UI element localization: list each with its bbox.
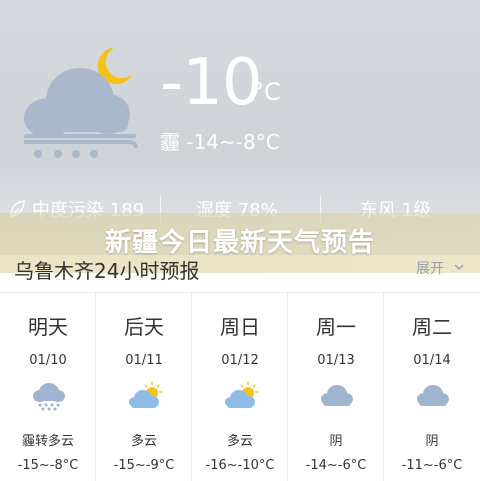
temperature-unit: °C <box>252 78 281 106</box>
day-name: 明天 <box>28 315 68 339</box>
chevron-down-icon[interactable] <box>454 262 464 272</box>
day-temperature-range: -15~-8°C <box>17 458 79 473</box>
day-name: 周二 <box>412 315 452 339</box>
day-condition: 阴 <box>329 434 343 449</box>
forecast-day[interactable]: 周二 01/14 阴 -11~-6°C <box>384 293 480 481</box>
day-temperature-range: -11~-6°C <box>401 458 463 473</box>
day-date: 01/11 <box>125 353 163 368</box>
day-date: 01/10 <box>29 353 67 368</box>
day-temperature-range: -14~-6°C <box>305 458 367 473</box>
daily-forecast: 明天 01/10 霾转多云 -15~-8°C 后天 01/11 多云 -15~-… <box>0 292 480 481</box>
cloudy-icon <box>417 385 449 406</box>
snow-cloud-icon <box>33 383 65 411</box>
day-date: 01/14 <box>413 353 451 368</box>
forecast-title: 乌鲁木齐24小时预报 <box>14 259 200 283</box>
day-condition: 多云 <box>130 434 157 449</box>
day-condition: 阴 <box>425 434 439 449</box>
day-date: 01/13 <box>317 353 355 368</box>
day-name: 周一 <box>316 315 356 339</box>
day-name: 后天 <box>124 315 164 339</box>
day-condition: 多云 <box>226 434 253 449</box>
day-name: 周日 <box>220 315 260 339</box>
day-date: 01/12 <box>221 353 259 368</box>
snow-night-cloud-icon <box>24 47 138 158</box>
day-temperature-range: -16~-10°C <box>205 458 275 473</box>
forecast-day[interactable]: 后天 01/11 多云 -15~-9°C <box>96 293 192 481</box>
current-temperature: -10 <box>160 46 263 120</box>
headline: 新疆今日最新天气预告 <box>104 228 375 258</box>
day-condition: 霾转多云 <box>21 434 74 449</box>
partly-cloudy-icon <box>129 382 162 408</box>
forecast-day[interactable]: 周日 01/12 多云 -16~-10°C <box>192 293 288 481</box>
cloudy-icon <box>321 385 353 406</box>
partly-cloudy-icon <box>225 382 258 408</box>
expand-button[interactable]: 展开 <box>416 258 444 278</box>
current-condition: 霾 -14~-8°C <box>160 130 280 154</box>
day-temperature-range: -15~-9°C <box>113 458 175 473</box>
forecast-day[interactable]: 明天 01/10 霾转多云 -15~-8°C <box>0 293 96 481</box>
forecast-day[interactable]: 周一 01/13 阴 -14~-6°C <box>288 293 384 481</box>
